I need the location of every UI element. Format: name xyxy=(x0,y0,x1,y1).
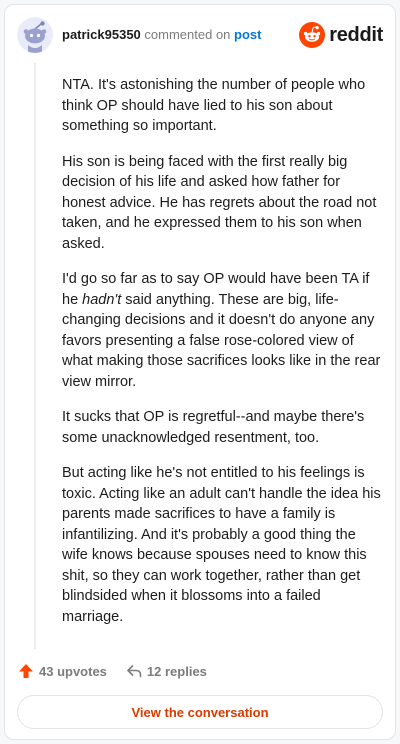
replies-button[interactable]: 12 replies xyxy=(126,663,207,679)
post-link[interactable]: post xyxy=(234,27,261,42)
comment-card: patrick95350 commented on post reddit NT… xyxy=(4,4,396,740)
comment-paragraph: But acting like he's not entitled to his… xyxy=(62,463,382,627)
reddit-logo-icon xyxy=(299,22,326,48)
reply-arrow-icon xyxy=(127,665,142,678)
action-text: commented on xyxy=(144,27,231,42)
reddit-logo[interactable]: reddit xyxy=(299,21,383,49)
view-conversation-button[interactable]: View the conversation xyxy=(17,695,383,729)
comment-paragraph: His son is being faced with the first re… xyxy=(62,152,382,255)
avatar[interactable] xyxy=(17,17,53,53)
paragraph-text: It sucks that OP is regretful--and maybe… xyxy=(62,409,365,446)
comment-paragraph: I'd go so far as to say OP would have be… xyxy=(62,269,382,392)
comment-paragraph: NTA. It's astonishing the number of peop… xyxy=(62,75,382,137)
comment-header: patrick95350 commented on post reddit xyxy=(5,5,395,65)
upvote-arrow-icon xyxy=(19,664,33,678)
comment-meta: patrick95350 commented on post xyxy=(62,27,261,42)
paragraph-text: His son is being faced with the first re… xyxy=(62,153,377,252)
comment-actions: 43 upvotes 12 replies xyxy=(18,661,207,681)
comment-paragraph: It sucks that OP is regretful--and maybe… xyxy=(62,407,382,448)
comment-body: NTA. It's astonishing the number of peop… xyxy=(62,75,382,642)
reddit-wordmark: reddit xyxy=(329,23,383,46)
thread-line xyxy=(34,63,36,649)
upvote-button[interactable]: 43 upvotes xyxy=(18,663,107,679)
emphasis-text: hadn't xyxy=(82,291,122,308)
upvote-count: 43 upvotes xyxy=(39,663,107,679)
reply-count: 12 replies xyxy=(146,663,207,679)
paragraph-text: NTA. It's astonishing the number of peop… xyxy=(62,77,366,134)
paragraph-text: But acting like he's not entitled to his… xyxy=(62,465,381,625)
username-link[interactable]: patrick95350 xyxy=(62,27,141,42)
snoo-avatar-icon xyxy=(17,17,53,53)
